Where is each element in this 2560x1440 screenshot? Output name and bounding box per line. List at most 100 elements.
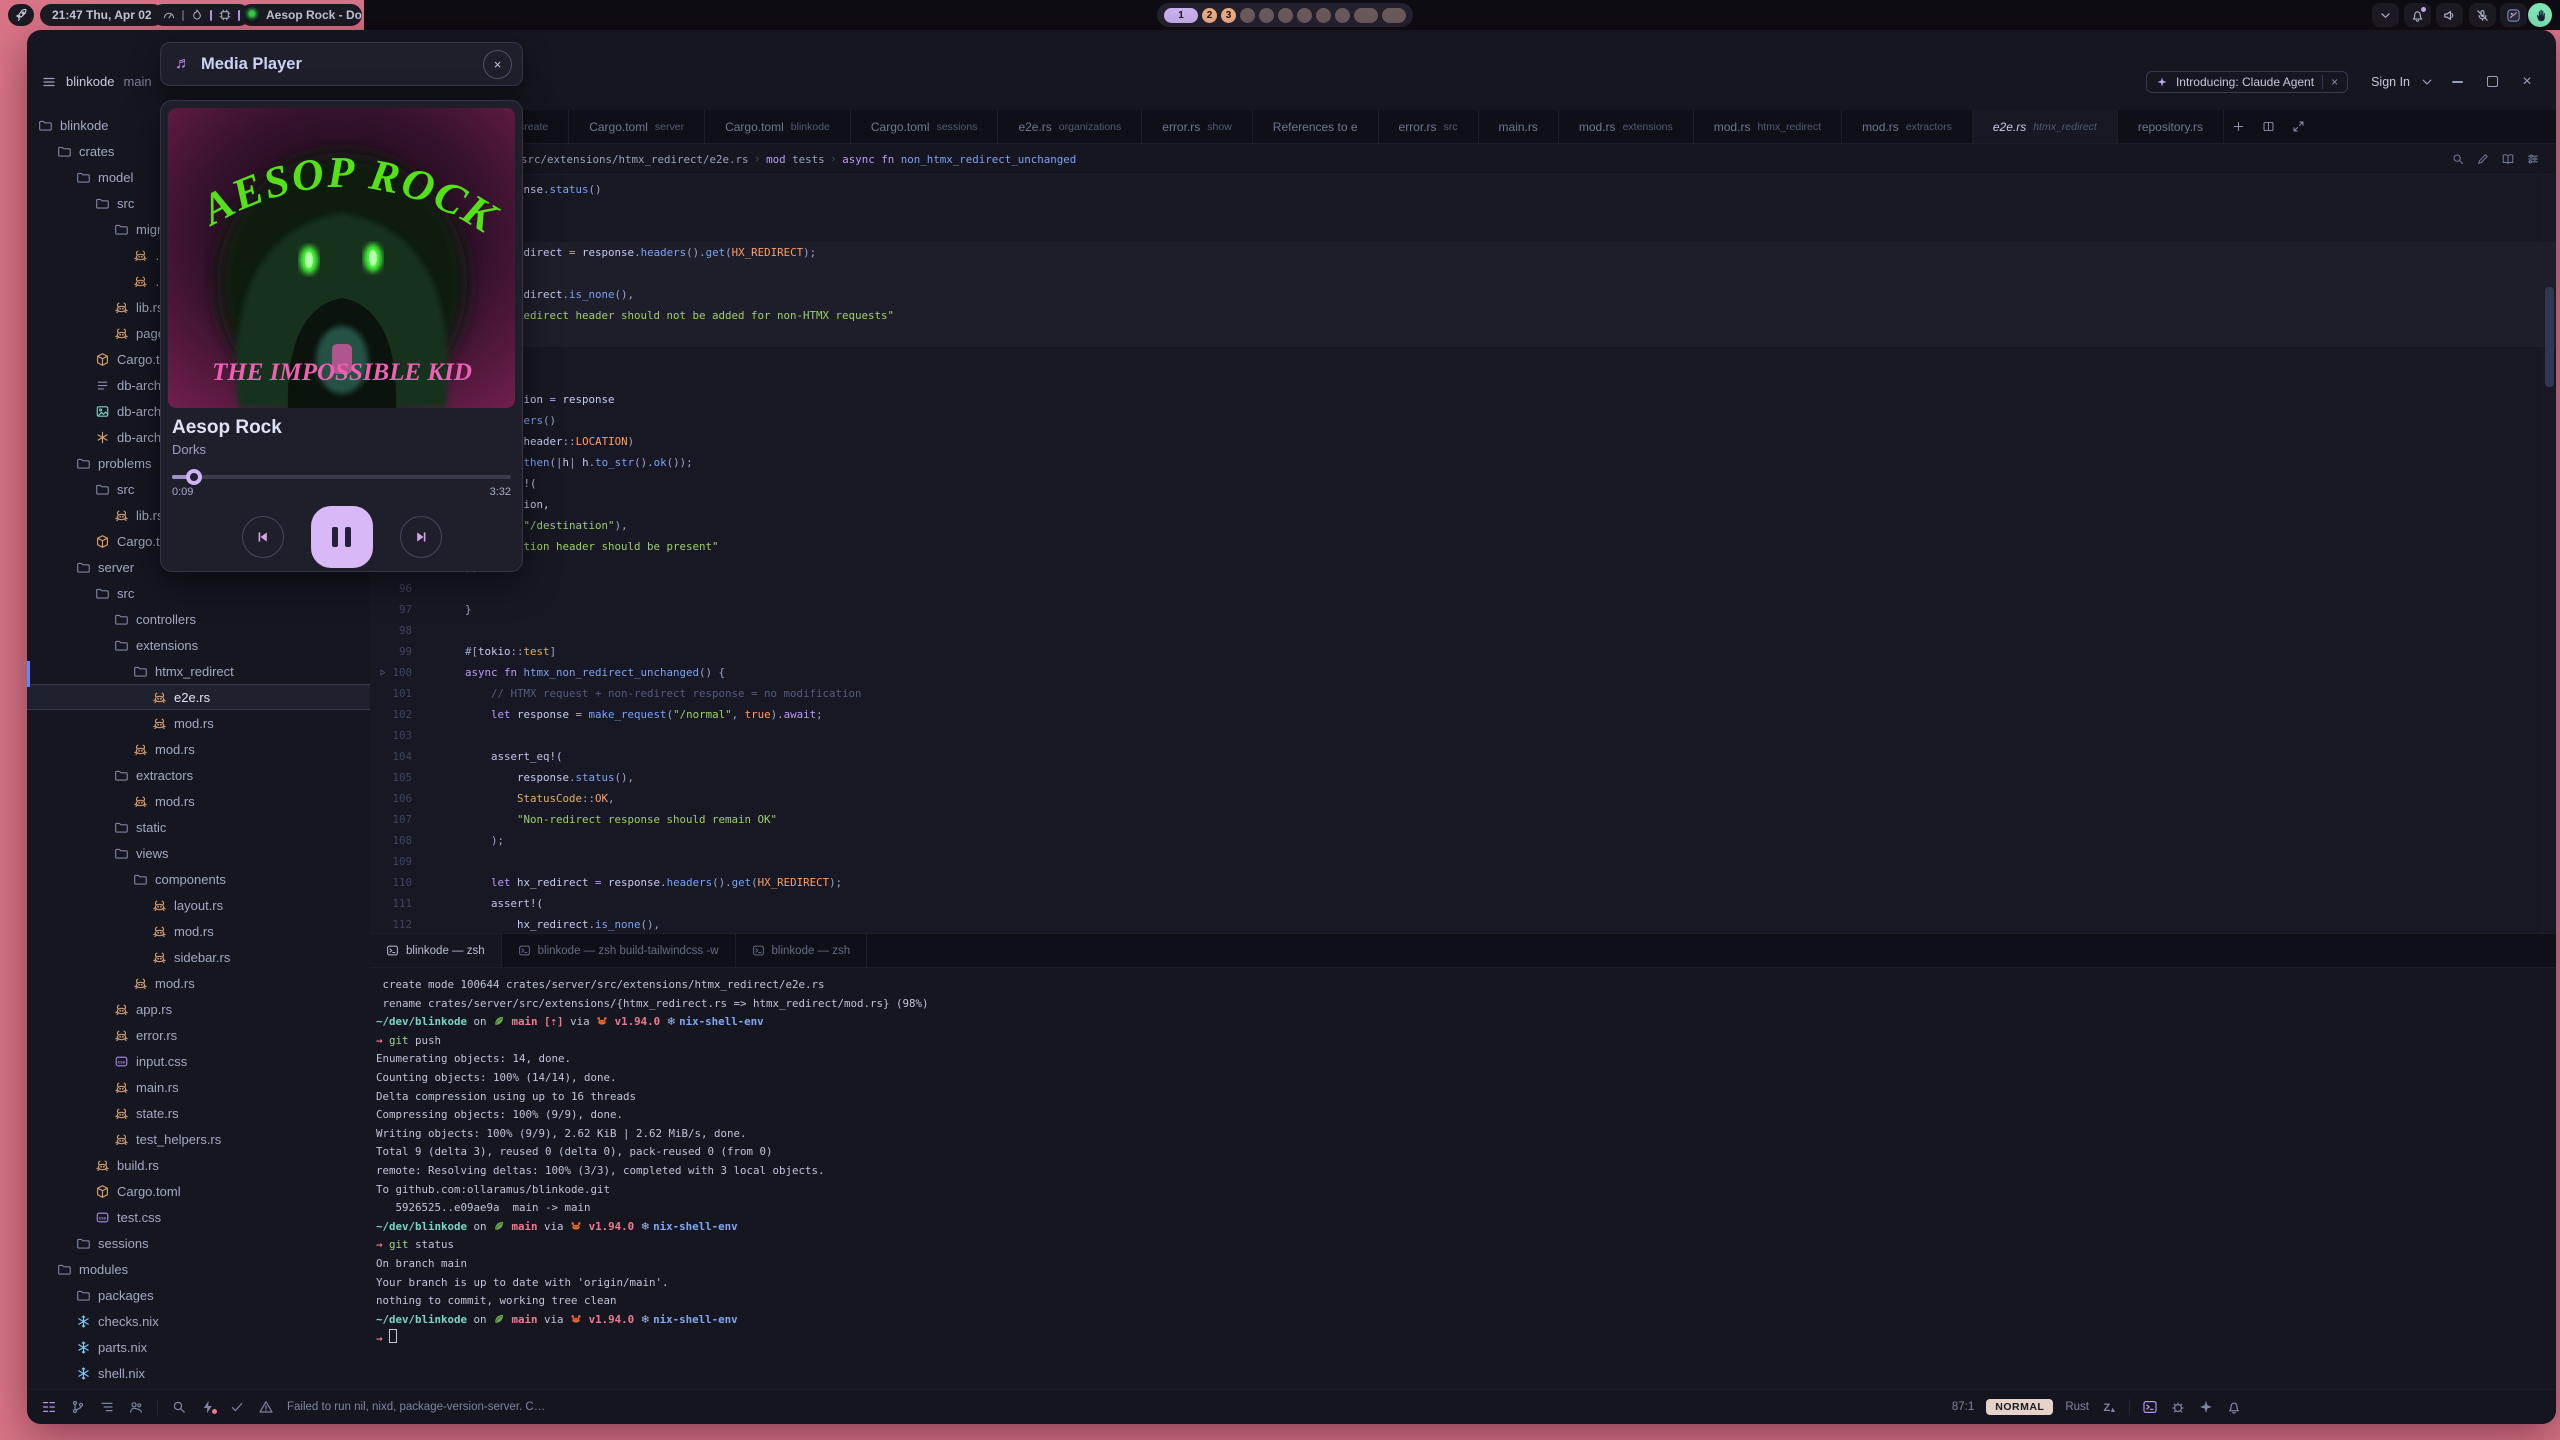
tree-item[interactable]: views xyxy=(27,840,370,866)
code-line[interactable]: 88 .headers() xyxy=(370,410,2556,431)
check-icon[interactable] xyxy=(229,1399,245,1415)
workspace-dot[interactable] xyxy=(1297,8,1312,23)
outline-panel-icon[interactable] xyxy=(99,1399,115,1415)
code-line[interactable]: 101 // HTMX request + non-redirect respo… xyxy=(370,683,2556,704)
code-line[interactable]: 102 let response = make_request("/normal… xyxy=(370,704,2556,725)
terminal-tab[interactable]: blinkode — zsh xyxy=(370,934,502,967)
code-line[interactable]: 107 "Non-redirect response should remain… xyxy=(370,809,2556,830)
window-minimize-button[interactable] xyxy=(2444,81,2470,83)
docs-icon[interactable] xyxy=(2501,152,2515,166)
new-tab-button[interactable] xyxy=(2224,110,2254,143)
tree-item[interactable]: mod.rs xyxy=(27,788,370,814)
code-line[interactable]: 80 let hx_redirect = response.headers().… xyxy=(370,242,2556,263)
code-line[interactable]: 110 let hx_redirect = response.headers()… xyxy=(370,872,2556,893)
tray-chevron-button[interactable] xyxy=(2372,3,2399,27)
tree-item[interactable]: e2e.rs xyxy=(27,684,370,710)
seek-slider[interactable] xyxy=(172,469,511,484)
notifications-button[interactable] xyxy=(2404,3,2431,27)
media-module[interactable]: Aesop Rock - Do xyxy=(240,4,362,26)
assistant-icon[interactable] xyxy=(2198,1399,2214,1415)
editor-controls-icon[interactable] xyxy=(2526,152,2540,166)
workspace-button[interactable]: 3 xyxy=(1221,8,1236,23)
collab-panel-icon[interactable] xyxy=(128,1399,144,1415)
cursor-hand-indicator[interactable] xyxy=(2528,3,2552,27)
tree-item[interactable]: cssinput.css xyxy=(27,1048,370,1074)
search-icon[interactable] xyxy=(171,1399,187,1415)
code-line[interactable]: 79 xyxy=(370,221,2556,242)
seek-thumb[interactable] xyxy=(186,469,202,485)
tree-item[interactable]: modules xyxy=(27,1256,370,1282)
tray-app-button[interactable] xyxy=(2500,3,2527,27)
code-editor[interactable]: 77 response.status()78 );7980 let hx_red… xyxy=(370,175,2556,933)
code-line[interactable]: 103 xyxy=(370,725,2556,746)
code-line[interactable]: 85 xyxy=(370,347,2556,368)
tree-item[interactable]: layout.rs xyxy=(27,892,370,918)
editor-tab[interactable]: Cargo.tomlsessions xyxy=(851,110,999,143)
diagnostics-icon[interactable] xyxy=(200,1399,216,1415)
workspace-dot[interactable] xyxy=(1316,8,1331,23)
code-line[interactable]: 87 let location = response xyxy=(370,389,2556,410)
tree-item[interactable]: mod.rs xyxy=(27,710,370,736)
code-line[interactable]: 111 assert!( xyxy=(370,893,2556,914)
tree-item[interactable]: src xyxy=(27,580,370,606)
tree-item[interactable]: shell.nix xyxy=(27,1360,370,1386)
editor-tab[interactable]: Cargo.tomlserver xyxy=(569,110,705,143)
code-line[interactable]: 77 response.status() xyxy=(370,179,2556,200)
promo-close-button[interactable]: × xyxy=(2322,75,2338,89)
window-maximize-button[interactable] xyxy=(2479,76,2505,87)
tree-item[interactable]: mod.rs xyxy=(27,736,370,762)
workspace-dot[interactable] xyxy=(1335,8,1350,23)
language-selector[interactable]: Rust xyxy=(2065,1401,2089,1413)
status-bell-icon[interactable] xyxy=(2226,1399,2242,1415)
pause-button[interactable] xyxy=(311,506,373,568)
tree-item[interactable]: packages xyxy=(27,1282,370,1308)
editor-tab[interactable]: e2e.rsorganizations xyxy=(998,110,1142,143)
code-line[interactable]: 83 "HX-Redirect header should not be add… xyxy=(370,305,2556,326)
editor-tab[interactable]: e2e.rshtmx_redirect xyxy=(1973,110,2118,143)
workspace-dot[interactable] xyxy=(1240,8,1255,23)
warning-icon[interactable] xyxy=(258,1399,274,1415)
project-panel-toggle-icon[interactable] xyxy=(41,1399,57,1415)
promo-banner[interactable]: Introducing: Claude Agent × xyxy=(2146,71,2348,93)
workspace-dot[interactable] xyxy=(1278,8,1293,23)
tree-item[interactable]: htmx_redirect xyxy=(27,658,370,684)
tree-item[interactable]: app.rs xyxy=(27,996,370,1022)
branch-button[interactable]: main xyxy=(123,74,151,89)
debugger-icon[interactable] xyxy=(2170,1399,2186,1415)
tree-item[interactable]: checks.nix xyxy=(27,1308,370,1334)
workspace-pill[interactable] xyxy=(1354,8,1378,23)
inline-assist-icon[interactable] xyxy=(2476,152,2490,166)
code-line[interactable]: 84 ); xyxy=(370,326,2556,347)
zoom-pane-button[interactable] xyxy=(2284,110,2314,143)
code-line[interactable]: 104 assert_eq!( xyxy=(370,746,2556,767)
tree-item[interactable]: state.rs xyxy=(27,1100,370,1126)
code-line[interactable]: 90 .and_then(|h| h.to_str().ok()); xyxy=(370,452,2556,473)
app-menu-icon[interactable] xyxy=(41,74,57,90)
edit-prediction-icon[interactable]: Z xyxy=(2101,1399,2117,1415)
code-line[interactable]: 106 StatusCode::OK, xyxy=(370,788,2556,809)
terminal-tab[interactable]: blinkode — zsh build-tailwindcss -w xyxy=(502,934,736,967)
tree-item[interactable]: sessions xyxy=(27,1230,370,1256)
sign-in-button[interactable]: Sign In xyxy=(2371,75,2410,89)
tree-item[interactable]: extractors xyxy=(27,762,370,788)
tree-item[interactable]: build.rs xyxy=(27,1152,370,1178)
tree-item[interactable]: error.rs xyxy=(27,1022,370,1048)
git-branch-icon[interactable] xyxy=(70,1399,86,1415)
code-line[interactable]: 86 xyxy=(370,368,2556,389)
tree-item[interactable]: parts.nix xyxy=(27,1334,370,1360)
cursor-position[interactable]: 87:1 xyxy=(1952,1401,1974,1413)
launcher-button[interactable] xyxy=(8,4,34,26)
code-line[interactable]: 112 hx_redirect.is_none(), xyxy=(370,914,2556,933)
microphone-mute-button[interactable] xyxy=(2469,3,2496,27)
tree-item[interactable]: static xyxy=(27,814,370,840)
code-line[interactable]: 100 async fn htmx_non_redirect_unchanged… xyxy=(370,662,2556,683)
previous-track-button[interactable] xyxy=(242,516,284,558)
editor-tab[interactable]: mod.rshtmx_redirect xyxy=(1694,110,1842,143)
tree-item[interactable]: mod.rs xyxy=(27,970,370,996)
status-message[interactable]: Failed to run nil, nixd, package-version… xyxy=(287,1401,545,1413)
code-line[interactable]: 93 Some("/destination"), xyxy=(370,515,2556,536)
code-line[interactable]: 78 ); xyxy=(370,200,2556,221)
workspace-active[interactable]: 1 xyxy=(1164,8,1198,23)
tree-item[interactable]: sidebar.rs xyxy=(27,944,370,970)
buffer-search-icon[interactable] xyxy=(2451,152,2465,166)
